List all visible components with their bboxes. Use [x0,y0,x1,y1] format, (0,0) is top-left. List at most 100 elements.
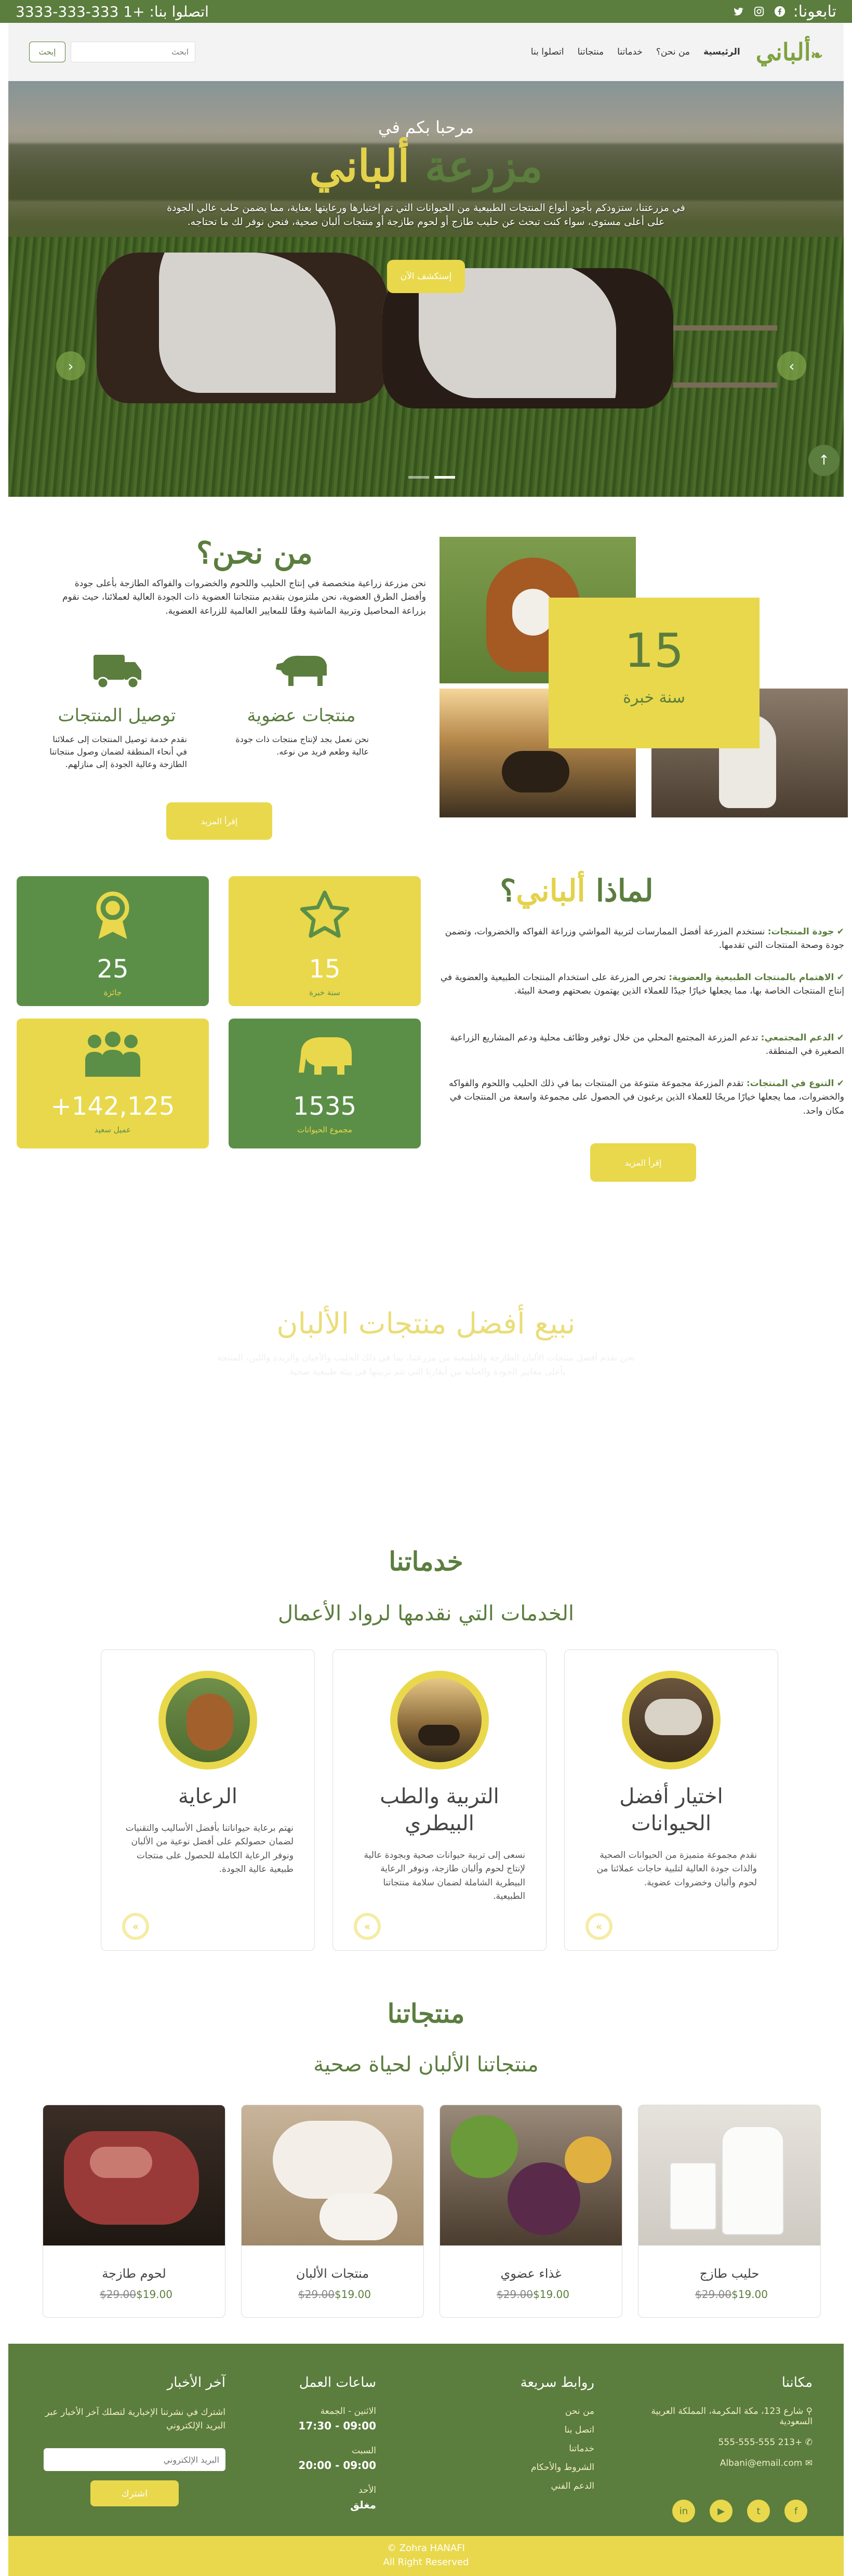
footer-link-about[interactable]: من نحن [459,2406,594,2416]
nav-products[interactable]: منتجاتنا [578,47,604,57]
product-card-meat[interactable]: لحوم طازجة $29.00$19.00 [43,2105,225,2318]
double-arrow-icon[interactable]: » [585,1913,613,1940]
cow-icon [234,650,369,700]
nav-contact[interactable]: اتصلوا بنا [531,47,564,57]
why-read-more-button[interactable]: إقرأ المزيد [590,1143,696,1182]
stat-experience: 15 سنة خبرة [229,876,421,1006]
service-text: نهتم برعاية حيواناتنا بأفضل الأساليب وال… [125,1823,294,1875]
newsletter-email-input[interactable] [44,2448,225,2471]
people-icon [17,1029,209,1089]
product-new-price: $19.00 [533,2288,569,2301]
product-name: لحوم طازجة [102,2266,166,2281]
footer-email[interactable]: ✉ Albani@email.com [641,2458,813,2468]
service-image [390,1671,489,1769]
search-form: إبحث [29,42,195,62]
carousel-dot[interactable] [434,476,455,479]
why-heading-q: ؟ [500,873,516,908]
footer-link-terms[interactable]: الشروط والأحكام [459,2462,594,2473]
why-item-title: التنوع في المنتجات: [746,1078,834,1089]
about-read-more-button[interactable]: إقرأ المزيد [166,802,272,840]
service-text: نسعى إلى تربية حيوانات صحية وبجودة عالية… [364,1850,525,1902]
logo-leaf-icon: ❧ [810,47,823,64]
stat-customers: 142,125+ عميل سعيد [17,1019,209,1148]
hero-prev-arrow-icon[interactable]: › [777,351,806,380]
sell-description: نحن نقدم أفضل منتجات الألبان الطازجة وال… [217,1353,635,1378]
service-image [622,1671,721,1769]
nav-menu: الرئيسية من نحن؟ خدماتنا منتجاتنا اتصلوا… [531,47,740,57]
services-subheading: الخدمات التي نقدمها لرواد الأعمال [277,1602,575,1626]
nav-home[interactable]: الرئيسية [703,47,740,57]
product-image [638,2105,820,2245]
why-item-title: جودة المنتجات: [767,927,834,937]
footer-link-support[interactable]: الدعم الفني [459,2481,595,2491]
hero-title-part1: مزرعة [424,140,543,192]
service-title: اختيار أفضل الحيوانات [619,1785,723,1835]
products-subheading: منتجاتنا الألبان لحياة صحية [313,2053,539,2077]
award-icon [17,887,209,952]
footer-hours-title: ساعات العمل [299,2375,376,2390]
product-old-price: $29.00 [695,2288,731,2301]
follow-label: تابعونا: [793,2,836,21]
footer-address-text: شارع 123، مكة المكرمة، المملكة العربية ا… [651,2406,813,2427]
instagram-icon[interactable] [753,5,765,18]
stat-value: 25 [97,955,129,984]
copyright-name: Zohra HANAFI © [387,2543,465,2554]
logo-text: ألباني [755,38,811,66]
service-image [158,1671,257,1769]
why-heading: لماذا ألباني؟ [457,873,696,908]
product-image [440,2105,622,2245]
check-icon: ✔ [836,1078,844,1089]
footer-hours: ساعات العمل الاثنين - الجمعة 09:00 - 17:… [246,2375,376,2525]
newsletter-subscribe-button[interactable]: اشترك [90,2480,179,2506]
star-icon [229,887,421,952]
search-button[interactable]: إبحث [29,42,65,62]
carousel-indicators [408,476,455,479]
product-price: $29.00$19.00 [440,2288,622,2301]
footer-link-services[interactable]: خدماتنا [459,2443,594,2454]
check-icon: ✔ [836,972,844,983]
products-heading: منتجاتنا [387,1998,465,2029]
scroll-top-icon[interactable]: ↑ [808,445,840,476]
social-links [732,5,786,18]
copyright-text: All Right Reserved [383,2557,469,2568]
service-title: الرعاية [178,1785,237,1808]
linkedin-icon[interactable]: in [672,2500,695,2522]
check-icon: ✔ [836,1033,844,1043]
footer-phone[interactable]: ✆ +213 555-555-555 [641,2437,813,2448]
youtube-icon[interactable]: ▶ [710,2500,733,2522]
phone-icon: ✆ [805,2437,813,2448]
feature-organic-text: نحن نعمل بجد لإنتاج منتجات ذات جودة عالي… [235,734,369,757]
footer-location: مكاننا ⚲ شارع 123، مكة المكرمة، المملكة … [641,2375,813,2477]
product-name: غذاء عضوي [500,2266,562,2281]
double-arrow-icon[interactable]: » [122,1913,149,1940]
hours-day: الاثنين - الجمعة [320,2406,376,2416]
search-input[interactable] [71,42,195,62]
feature-delivery-title: توصيل المنتجات [58,705,176,726]
site-footer: مكاننا ⚲ شارع 123، مكة المكرمة، المملكة … [8,2344,844,2536]
product-card-organic[interactable]: غذاء عضوي $29.00$19.00 [440,2105,622,2318]
feature-organic: منتجات عضوية نحن نعمل بجد لإنتاج منتجات … [234,650,369,758]
footer-links-title: روابط سريعة [520,2375,594,2390]
double-arrow-icon[interactable]: » [354,1913,381,1940]
hours-time: 09:00 - 20:00 [298,2459,376,2472]
site-logo[interactable]: ❧ألباني [756,38,823,66]
footer-link-contact[interactable]: اتصل بنا [459,2425,594,2435]
twitter-icon[interactable]: t [747,2500,770,2522]
hero-explore-button[interactable]: إستكشف الآن [387,260,465,294]
service-card-selection: اختيار أفضل الحيوانات نقدم مجموعة متميزة… [564,1649,778,1951]
hero-next-arrow-icon[interactable]: ‹ [56,351,85,380]
facebook-icon[interactable]: f [784,2500,807,2522]
product-card-milk[interactable]: حليب طازج $29.00$19.00 [638,2105,821,2318]
product-card-dairy[interactable]: منتجات الألبان $29.00$19.00 [241,2105,424,2318]
carousel-dot[interactable] [408,476,429,479]
product-old-price: $29.00 [298,2288,335,2301]
twitter-icon[interactable] [732,5,744,18]
facebook-icon[interactable] [774,5,786,18]
product-name: حليب طازج [699,2266,760,2281]
contact-phone[interactable]: اتصلوا بنا: +1 333-333-3333 [16,3,209,20]
about-heading-part2: نحن؟ [196,535,263,571]
product-old-price: $29.00 [100,2288,136,2301]
nav-services[interactable]: خدماتنا [617,47,643,57]
nav-about[interactable]: من نحن؟ [656,47,690,57]
product-old-price: $29.00 [497,2288,533,2301]
